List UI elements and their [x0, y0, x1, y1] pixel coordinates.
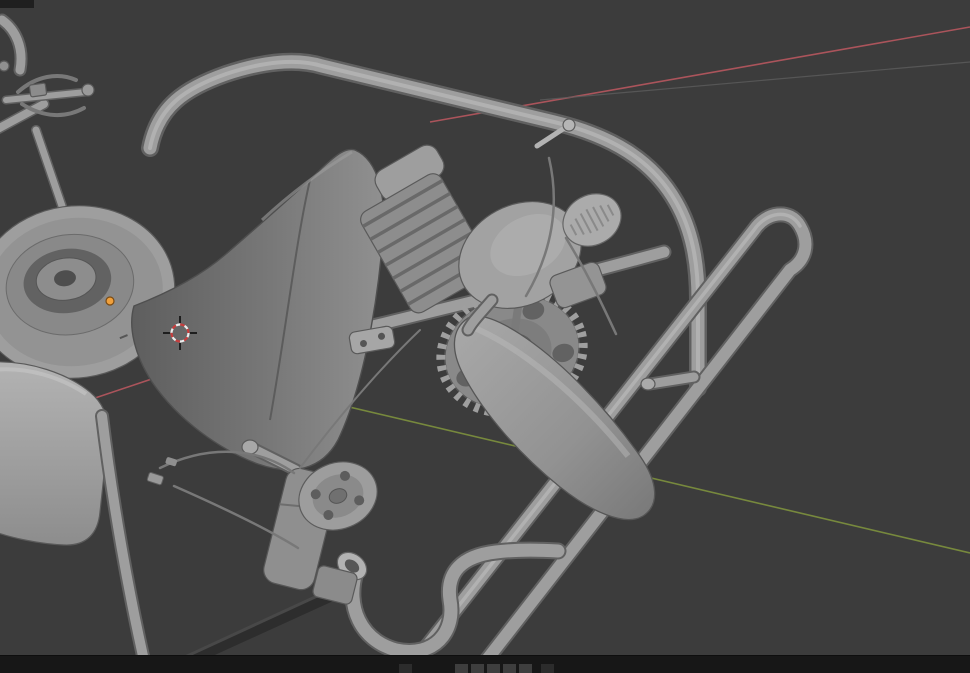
- timeline-marker[interactable]: [519, 664, 532, 673]
- timeline-marker[interactable]: [487, 664, 500, 673]
- timeline-marker[interactable]: [503, 664, 516, 673]
- timeline-marker[interactable]: [399, 664, 412, 673]
- timeline-marker[interactable]: [455, 664, 468, 673]
- lever-knob: [81, 83, 95, 97]
- timeline-marker[interactable]: [541, 664, 554, 673]
- timeline-marker[interactable]: [471, 664, 484, 673]
- corner-notch: [0, 0, 34, 8]
- timeline-bar[interactable]: [0, 655, 970, 673]
- origin-point: [105, 296, 115, 306]
- blender-3d-viewport[interactable]: [0, 0, 970, 673]
